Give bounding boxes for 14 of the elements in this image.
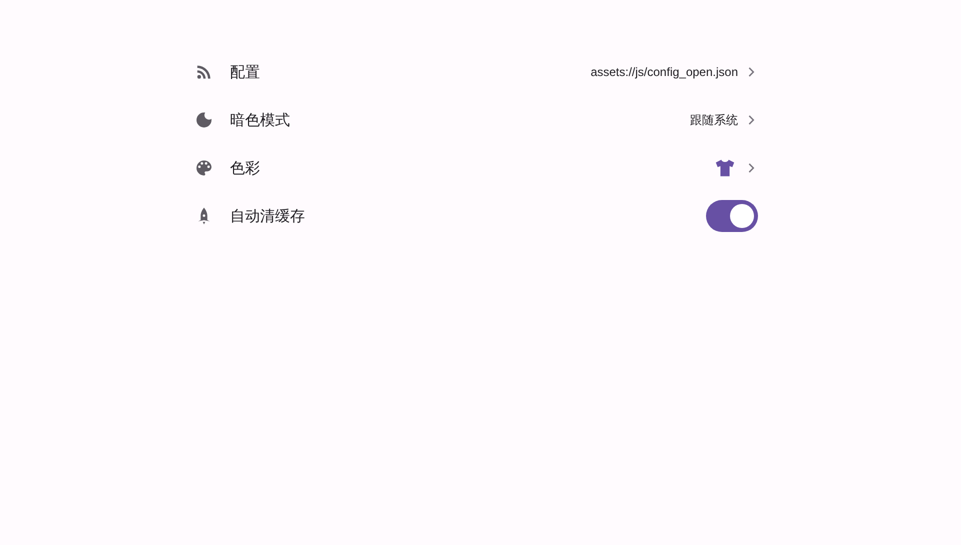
setting-label: 自动清缓存 (230, 206, 305, 227)
settings-row[interactable]: 色彩 (194, 144, 758, 192)
toggle-switch[interactable] (706, 200, 758, 232)
palette-icon (194, 158, 214, 178)
setting-label: 配置 (230, 62, 260, 83)
setting-value: assets://js/config_open.json (590, 64, 738, 81)
setting-label: 暗色模式 (230, 110, 290, 131)
settings-row[interactable]: 自动清缓存 (194, 192, 758, 240)
moon-icon (194, 110, 214, 130)
settings-row[interactable]: 暗色模式 跟随系统 (194, 96, 758, 144)
setting-label: 色彩 (230, 158, 260, 179)
switch-thumb (730, 204, 754, 228)
setting-value: 跟随系统 (690, 112, 738, 129)
settings-row[interactable]: 配置 assets://js/config_open.json (194, 48, 758, 96)
